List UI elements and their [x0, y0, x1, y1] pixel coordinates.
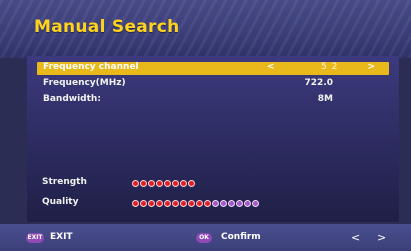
header-band: Manual Search: [0, 0, 411, 58]
confirm-label: Confirm: [221, 232, 261, 242]
strength-label: Strength: [42, 177, 87, 187]
tv-screen: Manual Search Frequency channel < 5 2 > …: [0, 0, 411, 251]
frequency-mhz-row[interactable]: Frequency(MHz) 722.0: [37, 78, 389, 91]
footer-bar: EXIT EXIT OK Confirm < >: [0, 224, 411, 251]
strength-dot: [148, 180, 155, 187]
strength-dot: [140, 180, 147, 187]
frequency-mhz-value: 722.0: [304, 78, 333, 88]
quality-dot: [220, 200, 227, 207]
page-title: Manual Search: [34, 17, 180, 37]
strength-dot: [172, 180, 179, 187]
bandwidth-row[interactable]: Bandwidth: 8M: [37, 94, 389, 107]
settings-panel: Frequency channel < 5 2 > Frequency(MHz)…: [27, 56, 399, 222]
channel-decrease-arrow[interactable]: <: [267, 62, 275, 72]
strength-dot: [180, 180, 187, 187]
quality-dot: [172, 200, 179, 207]
strength-meter: [132, 179, 195, 189]
quality-dot: [212, 200, 219, 207]
ok-key-icon[interactable]: OK: [196, 233, 212, 243]
quality-dot: [196, 200, 203, 207]
frequency-channel-value: 5 2: [321, 62, 339, 72]
strength-dot: [188, 180, 195, 187]
quality-dot: [204, 200, 211, 207]
quality-dot: [148, 200, 155, 207]
quality-dot: [156, 200, 163, 207]
nav-left-arrow[interactable]: <: [351, 231, 360, 244]
bandwidth-value: 8M: [317, 94, 333, 104]
bandwidth-label: Bandwidth:: [43, 94, 101, 104]
quality-dot: [180, 200, 187, 207]
quality-dot: [164, 200, 171, 207]
strength-dot: [156, 180, 163, 187]
quality-dot: [188, 200, 195, 207]
channel-increase-arrow[interactable]: >: [367, 62, 375, 72]
exit-label: EXIT: [50, 232, 73, 242]
exit-key-icon[interactable]: EXIT: [26, 233, 44, 243]
nav-right-arrow[interactable]: >: [377, 231, 386, 244]
quality-label: Quality: [42, 197, 79, 207]
quality-meter: [132, 199, 259, 209]
quality-dot: [244, 200, 251, 207]
quality-dot: [236, 200, 243, 207]
quality-dot: [228, 200, 235, 207]
quality-dot: [140, 200, 147, 207]
strength-dot: [132, 180, 139, 187]
quality-dot: [132, 200, 139, 207]
strength-dot: [164, 180, 171, 187]
frequency-mhz-label: Frequency(MHz): [43, 78, 126, 88]
frequency-channel-row[interactable]: Frequency channel < 5 2 >: [37, 62, 389, 75]
frequency-channel-label: Frequency channel: [43, 62, 139, 72]
quality-dot: [252, 200, 259, 207]
